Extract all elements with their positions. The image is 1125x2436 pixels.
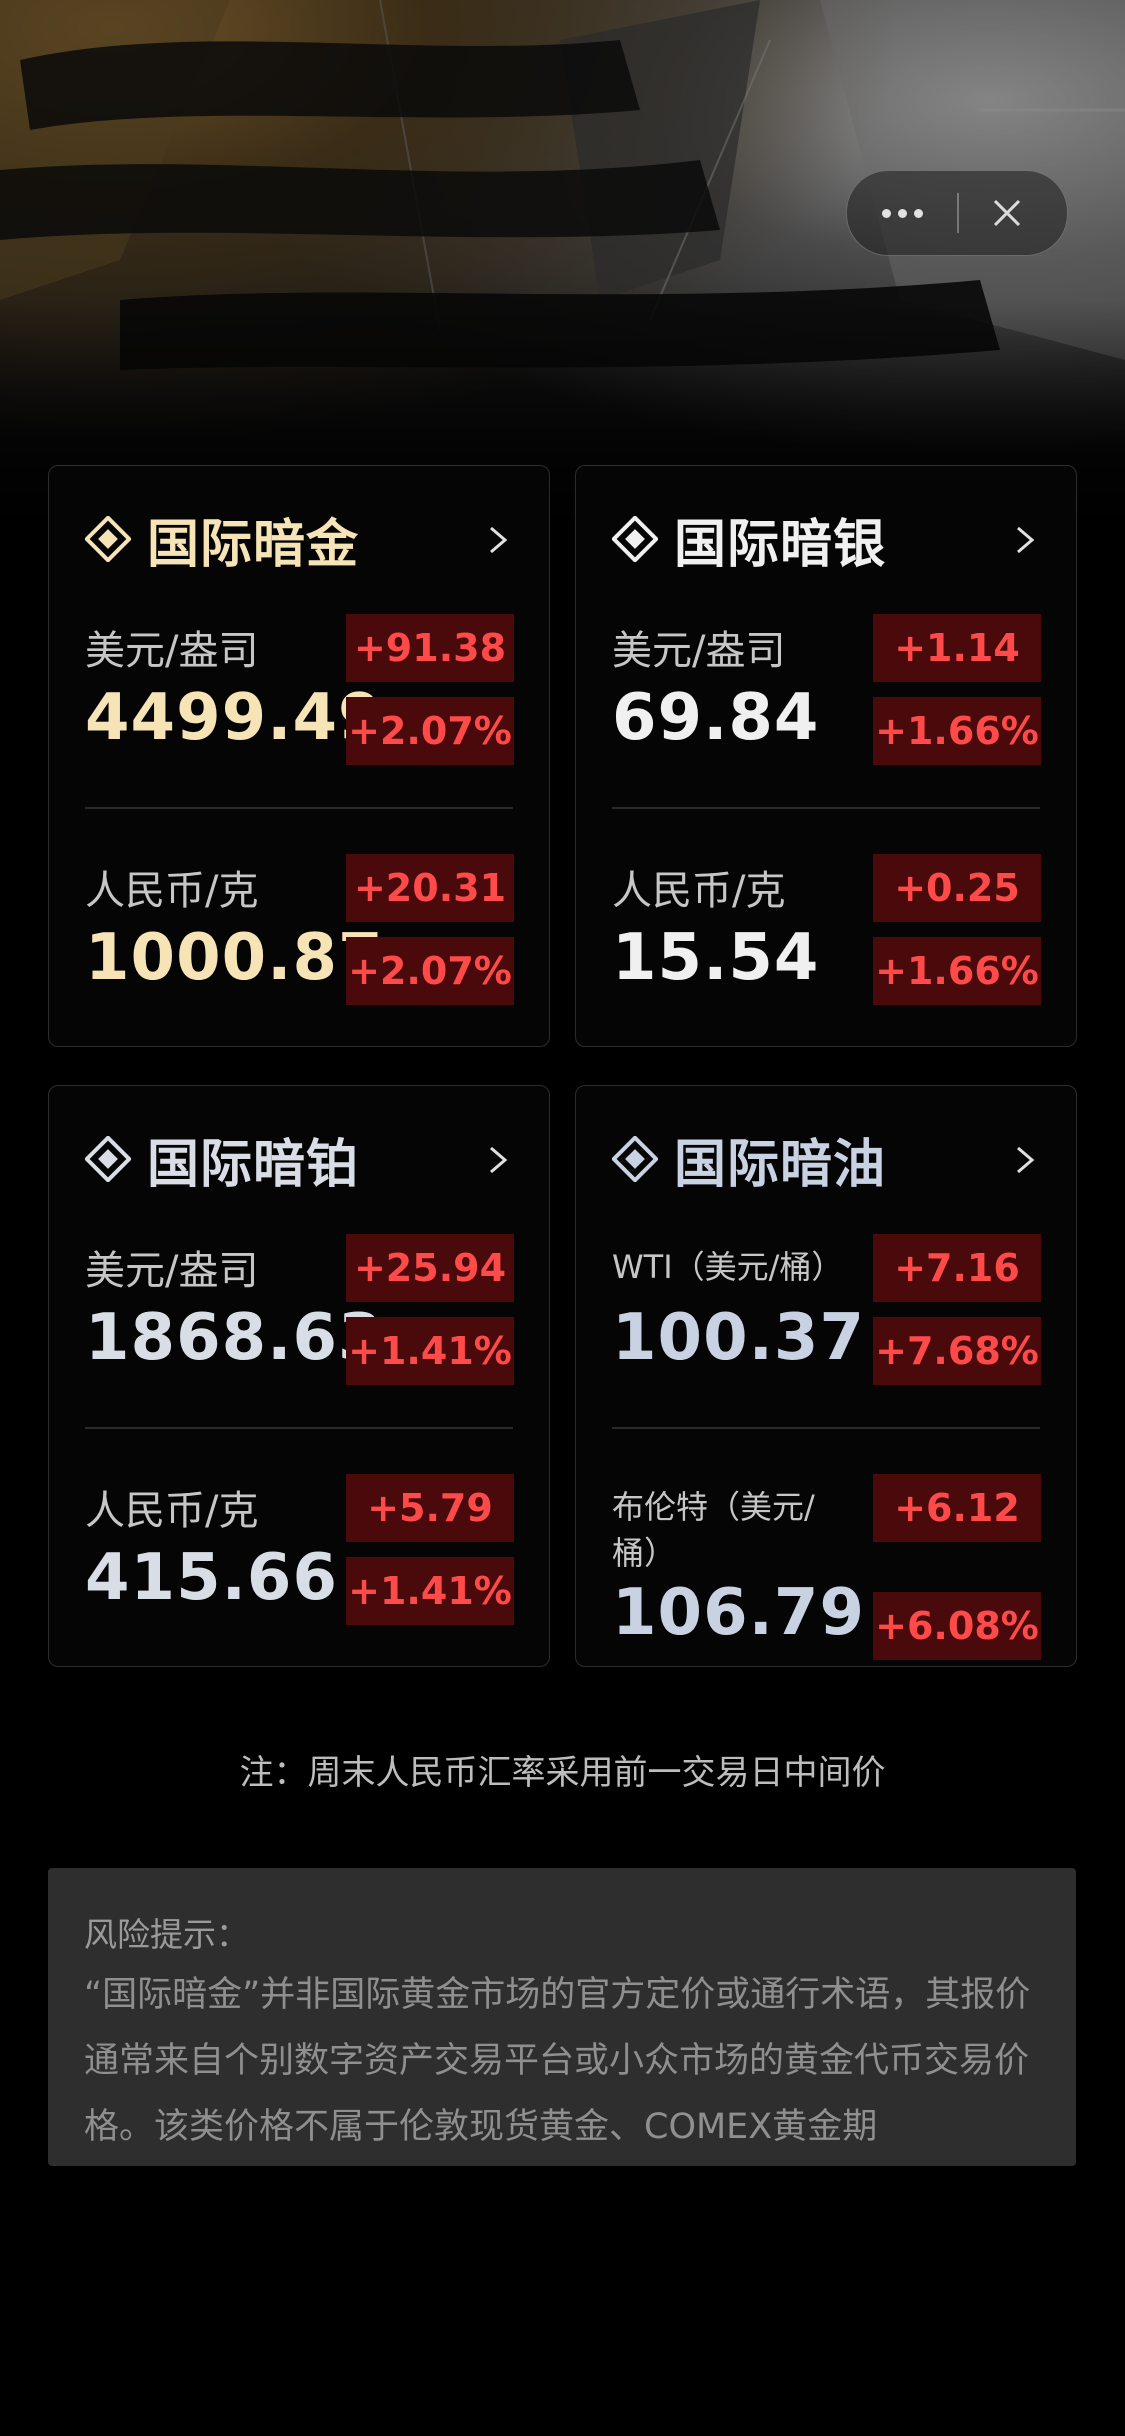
unit-label: 美元/盎司 xyxy=(85,1248,259,1294)
divider xyxy=(612,1427,1040,1429)
chevron-right-icon[interactable] xyxy=(483,522,513,558)
diamond-icon xyxy=(85,1136,131,1182)
unit-label: 布伦特（美元/桶） xyxy=(612,1488,815,1572)
change-badge: +20.31 xyxy=(346,854,514,922)
price-value: 15.54 xyxy=(612,921,820,995)
diamond-icon xyxy=(612,1136,658,1182)
percent-badge: +2.07% xyxy=(346,937,514,1005)
card-title: 国际暗油 xyxy=(674,1134,887,1195)
risk-body: “国际暗金”并非国际黄金市场的官方定价或通行术语，其报价通常来自个别数字资产交易… xyxy=(84,1975,1031,2147)
change-badge: +91.38 xyxy=(346,614,514,682)
exchange-rate-note: 注：周末人民币汇率采用前一交易日中间价 xyxy=(239,1753,886,1793)
change-badge: +0.25 xyxy=(873,854,1041,922)
percent-badge: +6.08% xyxy=(873,1592,1041,1660)
risk-title: 风险提示： xyxy=(84,1915,249,1954)
price-value: 100.37 xyxy=(612,1301,865,1375)
price-value: 415.66 xyxy=(85,1541,338,1615)
percent-badge: +2.07% xyxy=(346,697,514,765)
diamond-icon xyxy=(85,516,131,562)
change-badge: +5.79 xyxy=(346,1474,514,1542)
diamond-icon xyxy=(612,516,658,562)
card-title: 国际暗金 xyxy=(147,514,360,575)
card-header[interactable]: 国际暗银 xyxy=(612,504,1040,575)
divider xyxy=(612,807,1040,809)
unit-label: WTI（美元/桶） xyxy=(612,1248,844,1286)
price-value: 106.79 xyxy=(612,1576,865,1650)
chevron-right-icon[interactable] xyxy=(1010,1142,1040,1178)
change-badge: +1.14 xyxy=(873,614,1041,682)
card-title: 国际暗铂 xyxy=(147,1134,360,1195)
chevron-right-icon[interactable] xyxy=(483,1142,513,1178)
card-gold[interactable]: 国际暗金 美元/盎司 4499.49 +91.38 +2.07% 人民币/克 1… xyxy=(48,465,550,1047)
divider xyxy=(85,807,513,809)
unit-label: 人民币/克 xyxy=(85,868,259,914)
card-silver[interactable]: 国际暗银 美元/盎司 69.84 +1.14 +1.66% 人民币/克 15.5… xyxy=(575,465,1077,1047)
percent-badge: +1.41% xyxy=(346,1317,514,1385)
price-value: 4499.49 xyxy=(85,681,384,755)
card-platinum[interactable]: 国际暗铂 美元/盎司 1868.63 +25.94 +1.41% 人民币/克 4… xyxy=(48,1085,550,1667)
percent-badge: +1.41% xyxy=(346,1557,514,1625)
card-title: 国际暗银 xyxy=(674,514,887,575)
divider xyxy=(85,1427,513,1429)
price-value: 69.84 xyxy=(612,681,820,755)
unit-label: 人民币/克 xyxy=(612,868,786,914)
capsule-menu xyxy=(846,170,1068,256)
unit-label: 人民币/克 xyxy=(85,1488,259,1534)
unit-label: 美元/盎司 xyxy=(85,628,259,674)
price-value: 1868.63 xyxy=(85,1301,384,1375)
card-oil[interactable]: 国际暗油 WTI（美元/桶） 100.37 +7.16 +7.68% 布伦特（美… xyxy=(575,1085,1077,1667)
change-badge: +25.94 xyxy=(346,1234,514,1302)
percent-badge: +1.66% xyxy=(873,697,1041,765)
card-header[interactable]: 国际暗金 xyxy=(85,504,513,575)
change-badge: +6.12 xyxy=(873,1474,1041,1542)
risk-warning-panel: 风险提示： “国际暗金”并非国际黄金市场的官方定价或通行术语，其报价通常来自个别… xyxy=(48,1868,1076,2166)
unit-label: 美元/盎司 xyxy=(612,628,786,674)
change-badge: +7.16 xyxy=(873,1234,1041,1302)
chevron-right-icon[interactable] xyxy=(1010,522,1040,558)
price-value: 1000.87 xyxy=(85,921,384,995)
card-header[interactable]: 国际暗油 xyxy=(612,1124,1040,1195)
percent-badge: +7.68% xyxy=(873,1317,1041,1385)
more-dots-icon[interactable] xyxy=(847,171,957,255)
card-header[interactable]: 国际暗铂 xyxy=(85,1124,513,1195)
close-icon[interactable] xyxy=(977,183,1037,243)
percent-badge: +1.66% xyxy=(873,937,1041,1005)
